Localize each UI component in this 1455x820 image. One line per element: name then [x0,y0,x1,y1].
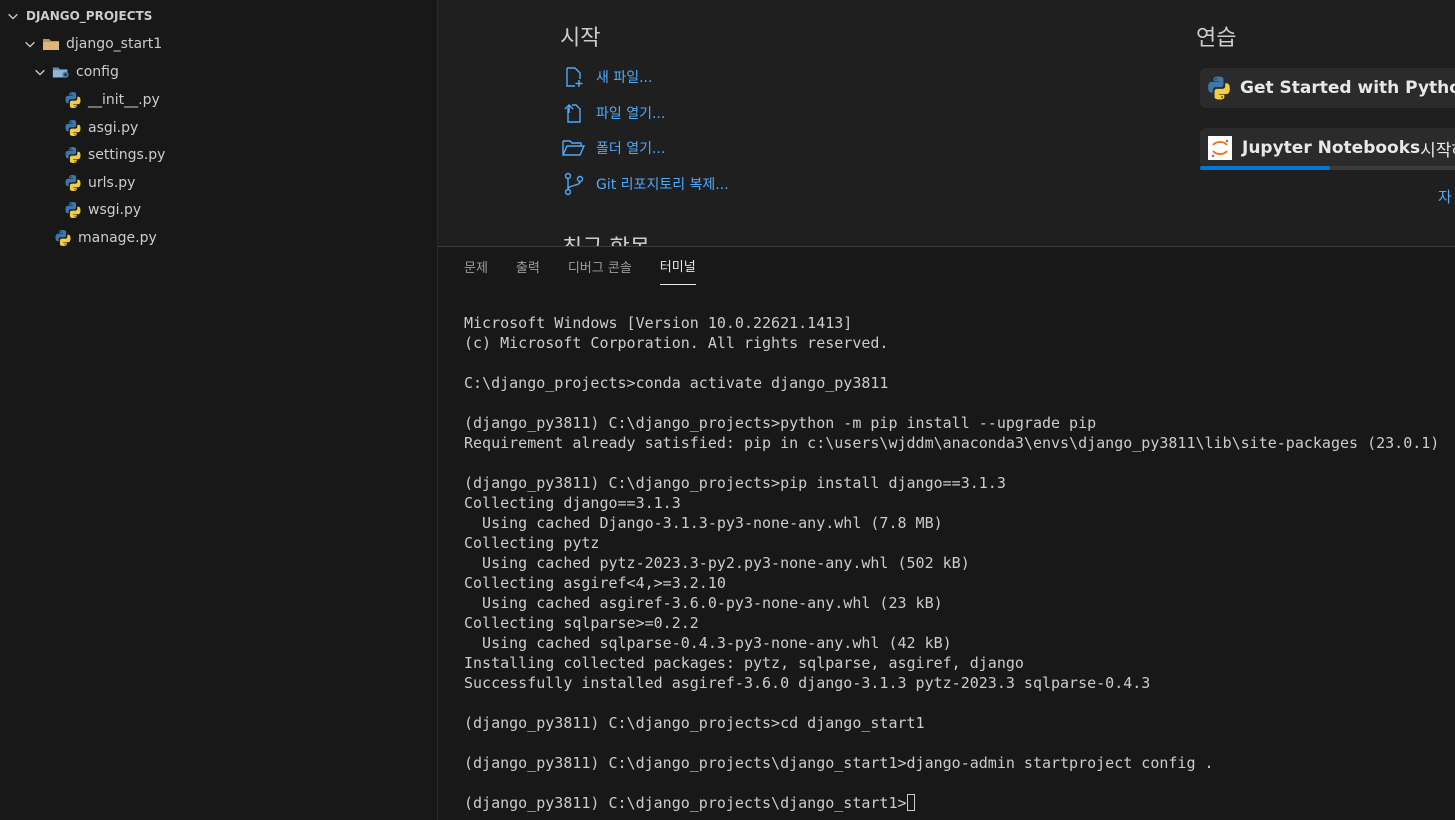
open-folder-icon [562,136,586,160]
chevron-down-icon [0,9,26,23]
terminal-line: Collecting pytz [464,534,600,552]
new-file-link[interactable]: 새 파일... [562,65,652,89]
walkthrough-progress [1200,166,1455,170]
welcome-page: 시작 새 파일... 파일 열기... 폴더 열기... Git 리포지토리 복… [438,0,1455,246]
python-icon [64,91,82,109]
panel-tabs: 문제 출력 디버그 콘솔 터미널 [464,247,724,287]
terminal-line: (c) Microsoft Corporation. All rights re… [464,334,889,352]
terminal-line: (django_py3811) C:\django_projects\djang… [464,793,1449,813]
python-icon [64,119,82,137]
tab-terminal[interactable]: 터미널 [659,247,696,285]
walkthrough-section-title: 연습 [1196,26,1237,51]
new-file-label: 새 파일... [596,70,653,86]
tree-item-django-start1[interactable]: django_start1 [22,33,162,55]
tree-item-label: django_start1 [66,36,163,52]
tab-output[interactable]: 출력 [516,247,540,285]
new-file-icon [562,65,586,89]
terminal-line: (django_py3811) C:\django_projects>pytho… [464,414,1097,432]
terminal-cursor [906,794,915,811]
terminal-line: Installing collected packages: pytz, sql… [464,654,1024,672]
tree-item-label: wsgi.py [88,202,142,218]
walkthrough-progress-fill [1200,166,1330,170]
python-icon [64,201,82,219]
tree-item-settings-py[interactable]: settings.py [64,144,165,166]
git-clone-icon [562,172,586,196]
jupyter-icon [1206,134,1234,162]
tree-item-manage-py[interactable]: manage.py [54,227,157,249]
open-folder-link[interactable]: 폴더 열기... [562,136,665,160]
walkthrough-label-suffix: 시작하 [1420,140,1455,161]
open-file-link[interactable]: 파일 열기... [562,101,665,125]
tab-problems[interactable]: 문제 [464,247,488,285]
bottom-panel: 문제 출력 디버그 콘솔 터미널 Microsoft Windows [Vers… [438,246,1455,820]
more-link[interactable]: 자 [1438,186,1452,207]
tree-item-init-py[interactable]: __init__.py [64,89,160,111]
tree-item-label: config [76,64,119,80]
terminal-line: Using cached asgiref-3.6.0-py3-none-any.… [464,594,943,612]
terminal-line: Using cached sqlparse-0.4.3-py3-none-any… [464,634,952,652]
terminal-line: (django_py3811) C:\django_projects>pip i… [464,474,1006,492]
terminal-line: C:\django_projects>conda activate django… [464,374,889,392]
terminal-line: Collecting django==3.1.3 [464,494,681,512]
terminal-line: Microsoft Windows [Version 10.0.22621.14… [464,314,853,332]
python-icon [64,174,82,192]
walkthrough-jupyter[interactable]: Jupyter Notebooks 시작하 [1200,128,1455,168]
tree-item-label: urls.py [88,175,136,191]
python-icon [1206,74,1232,102]
explorer-sidebar: DJANGO_PROJECTS django_start1 config __i… [0,0,438,820]
tree-item-wsgi-py[interactable]: wsgi.py [64,199,141,221]
chevron-down-icon [22,36,38,52]
config-folder-icon [52,63,70,81]
terminal-line: Using cached pytz-2023.3-py2.py3-none-an… [464,554,970,572]
terminal-line: Collecting sqlparse>=0.2.2 [464,614,699,632]
tab-debug-console[interactable]: 디버그 콘솔 [568,247,632,285]
tree-item-asgi-py[interactable]: asgi.py [64,117,138,139]
open-file-label: 파일 열기... [596,106,666,122]
tree-item-label: manage.py [78,230,157,246]
terminal-line: Requirement already satisfied: pip in c:… [464,434,1440,452]
walkthrough-label: Get Started with Python De [1240,78,1455,98]
open-folder-label: 폴더 열기... [596,141,666,157]
explorer-header-label: DJANGO_PROJECTS [26,9,153,23]
tree-item-urls-py[interactable]: urls.py [64,172,135,194]
terminal-line: (django_py3811) C:\django_projects\djang… [464,754,1214,772]
open-file-icon [562,101,586,125]
terminal-line: Using cached Django-3.1.3-py3-none-any.w… [464,514,943,532]
terminal-line: (django_py3811) C:\django_projects>cd dj… [464,714,925,732]
python-icon [64,146,82,164]
start-section-title: 시작 [560,26,601,51]
walkthrough-label: Jupyter Notebooks [1242,138,1421,158]
walkthrough-python[interactable]: Get Started with Python De [1200,68,1455,108]
git-clone-label: Git 리포지토리 복제... [596,177,729,193]
git-clone-link[interactable]: Git 리포지토리 복제... [562,172,729,196]
python-icon [54,229,72,247]
recent-section-title: 최근 항목 [562,230,650,246]
tree-item-label: asgi.py [88,120,139,136]
tree-item-label: __init__.py [88,92,160,108]
tree-item-config[interactable]: config [32,61,119,83]
terminal-line: Successfully installed asgiref-3.6.0 dja… [464,674,1151,692]
chevron-down-icon [32,64,48,80]
terminal-output[interactable]: Microsoft Windows [Version 10.0.22621.14… [464,313,1449,813]
explorer-header[interactable]: DJANGO_PROJECTS [0,6,437,26]
terminal-line: Collecting asgiref<4,>=3.2.10 [464,574,726,592]
tree-item-label: settings.py [88,147,166,163]
folder-icon [42,35,60,53]
